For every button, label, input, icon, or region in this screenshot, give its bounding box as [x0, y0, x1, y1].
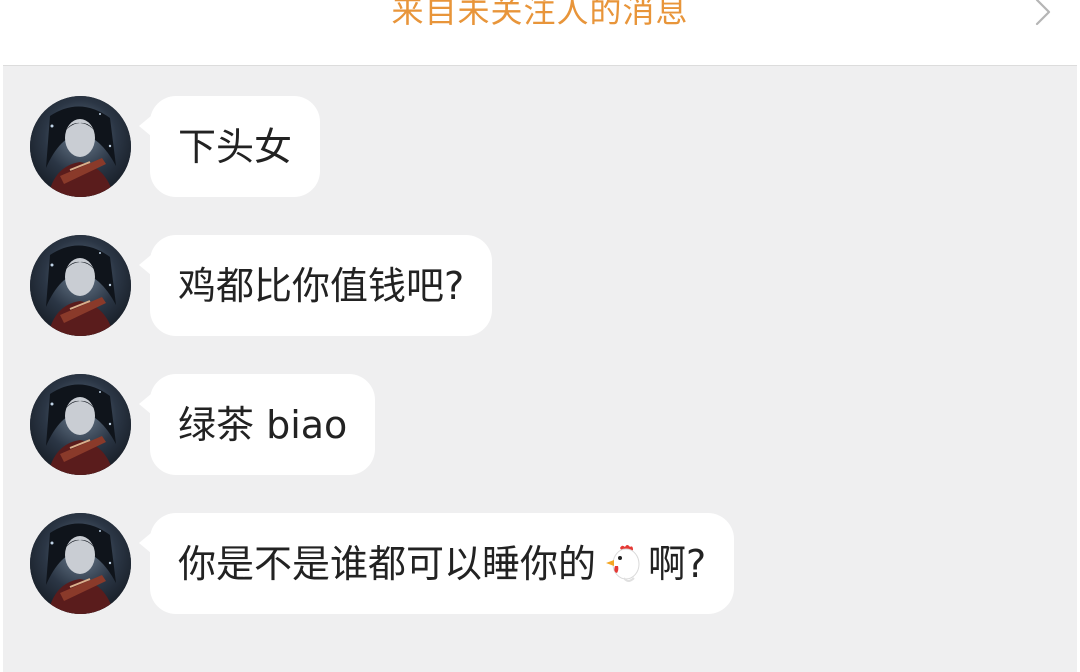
- header-title: 来自未关注人的消息: [391, 0, 689, 30]
- message-bubble[interactable]: 你是不是谁都可以睡你的 啊?: [139, 513, 735, 614]
- message-list: 下头女 鸡都比你值钱吧? 绿茶 biao 你是不是谁都可以睡你的 啊?: [0, 66, 1080, 672]
- bubble-tail: [139, 394, 151, 414]
- bubble-tail: [139, 533, 151, 553]
- message-text: 鸡都比你值钱吧?: [178, 263, 465, 308]
- message-bubble[interactable]: 鸡都比你值钱吧?: [139, 235, 493, 336]
- message-text-after-emoji: 啊?: [648, 541, 707, 586]
- sender-avatar[interactable]: [30, 235, 131, 336]
- message-bubble[interactable]: 下头女: [139, 96, 321, 197]
- sender-avatar[interactable]: [30, 513, 131, 614]
- bubble-tail: [139, 116, 151, 136]
- rooster-icon: [600, 542, 644, 586]
- chevron-right-icon[interactable]: [1032, 0, 1054, 26]
- sender-avatar[interactable]: [30, 96, 131, 197]
- message-text-before-emoji: 你是不是谁都可以睡你的: [178, 541, 597, 586]
- bubble-tail: [139, 255, 151, 275]
- message-bubble[interactable]: 绿茶 biao: [139, 374, 376, 475]
- chat-header[interactable]: 来自未关注人的消息: [0, 0, 1080, 66]
- frame-edge-left: [0, 0, 3, 672]
- message-text: 下头女: [178, 124, 293, 169]
- sender-avatar[interactable]: [30, 374, 131, 475]
- message-text: 绿茶 biao: [178, 402, 348, 447]
